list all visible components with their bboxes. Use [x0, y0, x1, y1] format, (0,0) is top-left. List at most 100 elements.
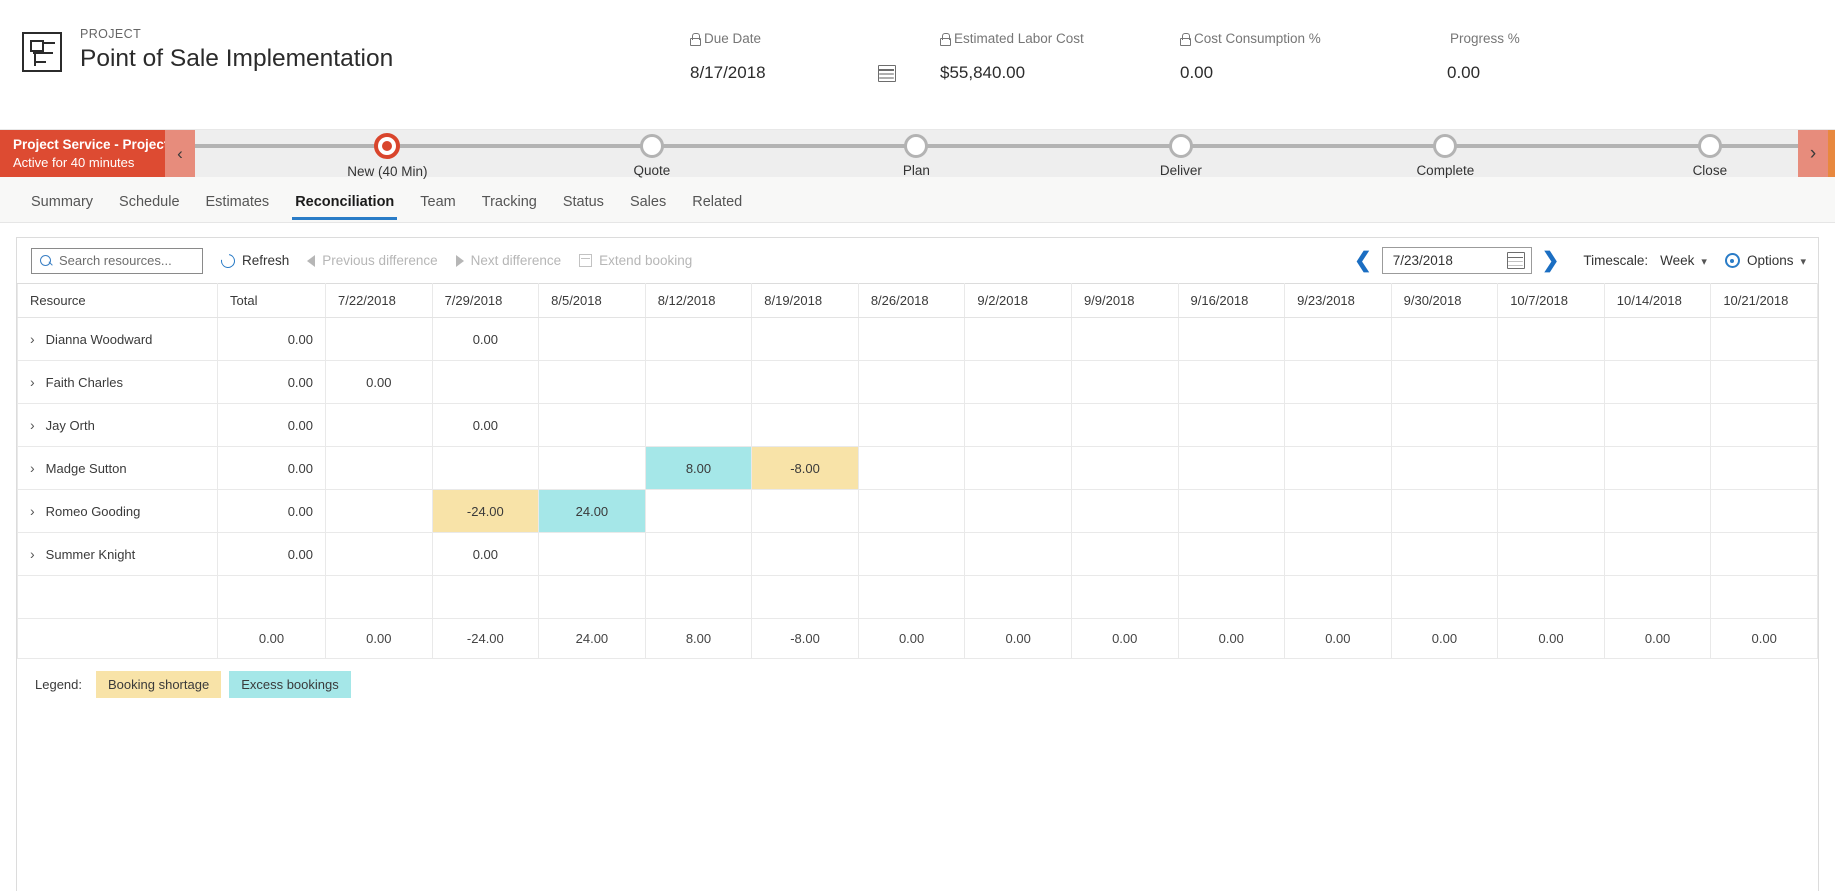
value-cell[interactable] [1603, 403, 1712, 447]
value-cell[interactable] [1390, 403, 1499, 447]
resource-cell[interactable]: › Jay Orth [17, 403, 218, 447]
tab-status[interactable]: Status [550, 192, 617, 222]
table-row[interactable]: › Jay Orth 0.00 0.00 [17, 403, 1818, 447]
resource-cell[interactable]: › Romeo Gooding [17, 489, 218, 533]
resource-cell[interactable]: › Madge Sutton [17, 446, 218, 490]
stage-quote[interactable]: Quote [567, 130, 737, 178]
stage-deliver[interactable]: Deliver [1096, 130, 1266, 178]
search-input[interactable]: Search resources... [31, 247, 203, 274]
value-cell[interactable] [644, 489, 753, 533]
value-cell[interactable]: 0.00 [431, 317, 540, 361]
table-row[interactable]: › Madge Sutton 0.00 8.00 -8.00 [17, 446, 1818, 490]
value-cell[interactable] [1603, 446, 1712, 490]
column-header-date[interactable]: 9/9/2018 [1070, 283, 1179, 318]
calendar-icon[interactable] [877, 64, 896, 82]
value-cell[interactable] [1497, 446, 1605, 490]
tab-reconciliation[interactable]: Reconciliation [282, 192, 407, 222]
value-cell[interactable] [751, 532, 859, 576]
previous-period-button[interactable]: ❮ [1344, 250, 1382, 271]
resource-cell[interactable]: › Dianna Woodward [17, 317, 218, 361]
column-header-date[interactable]: 7/29/2018 [431, 283, 540, 318]
value-cell[interactable] [1177, 446, 1286, 490]
chevron-right-icon[interactable]: › [30, 374, 35, 390]
previous-difference-button[interactable]: Previous difference [307, 253, 438, 268]
table-row[interactable]: › Romeo Gooding 0.00 -24.00 24.00 [17, 489, 1818, 533]
value-cell[interactable] [1070, 360, 1179, 404]
value-cell[interactable] [1390, 489, 1499, 533]
value-cell[interactable] [1497, 360, 1605, 404]
value-cell[interactable] [431, 446, 540, 490]
stage-complete[interactable]: Complete [1360, 130, 1530, 178]
value-cell[interactable] [325, 446, 433, 490]
value-cell[interactable]: 0.00 [325, 360, 433, 404]
value-cell[interactable] [1177, 317, 1286, 361]
value-cell[interactable] [751, 489, 859, 533]
value-cell[interactable] [1603, 489, 1712, 533]
value-cell[interactable] [1603, 360, 1712, 404]
value-cell[interactable] [1284, 360, 1392, 404]
value-cell[interactable] [1390, 360, 1499, 404]
value-cell[interactable] [538, 532, 646, 576]
column-header-date[interactable]: 9/23/2018 [1284, 283, 1392, 318]
column-header-date[interactable]: 8/12/2018 [644, 283, 753, 318]
value-cell[interactable] [1070, 446, 1179, 490]
value-cell[interactable] [538, 360, 646, 404]
options-menu[interactable]: Options ▾ [1747, 253, 1806, 268]
value-cell[interactable] [1603, 532, 1712, 576]
resource-cell[interactable]: › Faith Charles [17, 360, 218, 404]
value-cell[interactable] [857, 403, 966, 447]
resource-cell[interactable]: › Summer Knight [17, 532, 218, 576]
column-header-date[interactable]: 9/16/2018 [1177, 283, 1286, 318]
tab-team[interactable]: Team [407, 192, 468, 222]
value-cell[interactable] [325, 403, 433, 447]
value-cell-shortage[interactable]: -8.00 [751, 446, 859, 490]
value-cell[interactable] [1497, 489, 1605, 533]
value-cell[interactable] [1710, 317, 1818, 361]
column-header-date[interactable]: 10/14/2018 [1603, 283, 1712, 318]
extend-booking-button[interactable]: Extend booking [579, 253, 692, 268]
stage-new[interactable]: New (40 Min) [302, 130, 472, 179]
value-cell[interactable] [1497, 532, 1605, 576]
chevron-right-icon[interactable]: › [1798, 130, 1828, 177]
value-cell[interactable] [751, 317, 859, 361]
value-cell[interactable] [964, 532, 1072, 576]
value-cell-excess[interactable]: 24.00 [538, 489, 646, 533]
value-cell[interactable] [1497, 403, 1605, 447]
value-cell[interactable] [857, 446, 966, 490]
value-cell[interactable]: 0.00 [431, 403, 540, 447]
value-cell[interactable] [1390, 317, 1499, 361]
column-header-date[interactable]: 8/5/2018 [538, 283, 646, 318]
tab-tracking[interactable]: Tracking [469, 192, 550, 222]
value-cell[interactable] [751, 360, 859, 404]
value-cell[interactable] [644, 360, 753, 404]
value-cell[interactable] [1177, 403, 1286, 447]
column-header-date[interactable]: 7/22/2018 [325, 283, 433, 318]
value-cell-shortage[interactable]: -24.00 [431, 489, 540, 533]
value-cell[interactable] [1497, 317, 1605, 361]
timescale-select[interactable]: Week ▾ [1660, 253, 1707, 268]
value-cell[interactable] [1070, 489, 1179, 533]
value-cell[interactable] [325, 532, 433, 576]
calendar-icon[interactable] [1506, 252, 1525, 269]
value-cell[interactable] [1710, 403, 1818, 447]
value-cell[interactable] [857, 360, 966, 404]
date-input[interactable]: 7/23/2018 [1381, 247, 1532, 274]
value-cell[interactable] [964, 317, 1072, 361]
table-row[interactable]: › Dianna Woodward 0.00 0.00 [17, 317, 1818, 361]
value-cell[interactable] [1710, 489, 1818, 533]
column-header-date[interactable]: 8/26/2018 [857, 283, 966, 318]
value-cell[interactable] [644, 532, 753, 576]
value-cell-excess[interactable]: 8.00 [644, 446, 753, 490]
value-cell[interactable] [1710, 446, 1818, 490]
value-cell[interactable] [538, 317, 646, 361]
value-cell[interactable] [325, 489, 433, 533]
tab-summary[interactable]: Summary [18, 192, 106, 222]
value-cell[interactable] [1284, 317, 1392, 361]
value-cell[interactable] [1710, 532, 1818, 576]
value-cell[interactable] [964, 403, 1072, 447]
value-cell[interactable] [538, 403, 646, 447]
value-cell[interactable] [964, 489, 1072, 533]
column-header-date[interactable]: 8/19/2018 [751, 283, 859, 318]
value-cell[interactable] [1177, 532, 1286, 576]
next-difference-button[interactable]: Next difference [455, 253, 561, 268]
